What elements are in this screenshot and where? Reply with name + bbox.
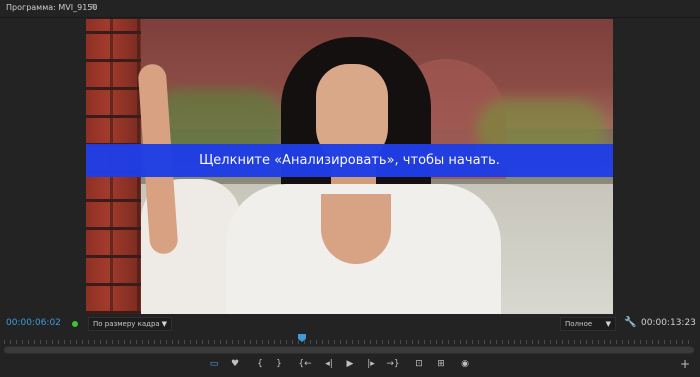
program-monitor-header: Программа: MVI_9150 ≡ — [0, 0, 700, 18]
overwrite-button[interactable]: ⊞ — [434, 357, 448, 371]
chevron-down-icon: ▼ — [605, 320, 611, 328]
playback-resolution-value: Полное — [565, 320, 593, 328]
settings-wrench-icon[interactable]: 🔧 — [624, 317, 636, 328]
program-monitor: Щелкните «Анализировать», чтобы начать. — [0, 19, 700, 314]
video-frame[interactable]: Щелкните «Анализировать», чтобы начать. — [86, 19, 613, 314]
duration-timecode: 00:00:13:23 — [641, 318, 696, 328]
play-button[interactable]: ▶ — [343, 357, 357, 371]
timeline-ruler[interactable] — [0, 334, 700, 346]
panel-title[interactable]: Программа: MVI_9150 — [6, 3, 97, 12]
step-forward-button[interactable]: |▸ — [364, 357, 378, 371]
current-timecode[interactable]: 00:00:06:02 — [6, 318, 61, 328]
zoom-scrollbar-thumb[interactable] — [4, 347, 694, 353]
subject-chest — [321, 194, 391, 264]
marker-icon[interactable]: ♥ — [228, 357, 242, 371]
add-button[interactable]: + — [680, 357, 690, 371]
add-marker-button[interactable]: ▭ — [207, 357, 221, 371]
go-to-in-button[interactable]: {← — [298, 357, 312, 371]
insert-button[interactable]: ⊡ — [412, 357, 426, 371]
status-dot — [72, 321, 78, 327]
mark-out-button[interactable]: } — [272, 357, 286, 371]
export-frame-camera-icon[interactable]: ◉ — [458, 357, 472, 371]
playback-resolution-select[interactable]: Полное ▼ — [560, 317, 616, 331]
zoom-level-value: По размеру кадра — [93, 320, 160, 328]
chevron-down-icon: ▼ — [161, 320, 167, 328]
ruler-ticks — [4, 340, 694, 344]
go-to-out-button[interactable]: →} — [386, 357, 400, 371]
monitor-controls-row: 00:00:06:02 По размеру кадра ▼ Полное ▼ … — [0, 316, 700, 332]
transport-toolbar: ▭ ♥ { } {← ◂| ▶ |▸ →} ⊡ ⊞ ◉ + — [0, 357, 700, 373]
zoom-scrollbar[interactable] — [4, 346, 694, 354]
analyze-overlay-banner: Щелкните «Анализировать», чтобы начать. — [86, 144, 613, 177]
zoom-level-select[interactable]: По размеру кадра ▼ — [88, 317, 172, 331]
panel-menu-icon[interactable]: ≡ — [90, 2, 98, 12]
mark-in-button[interactable]: { — [253, 357, 267, 371]
step-back-button[interactable]: ◂| — [322, 357, 336, 371]
